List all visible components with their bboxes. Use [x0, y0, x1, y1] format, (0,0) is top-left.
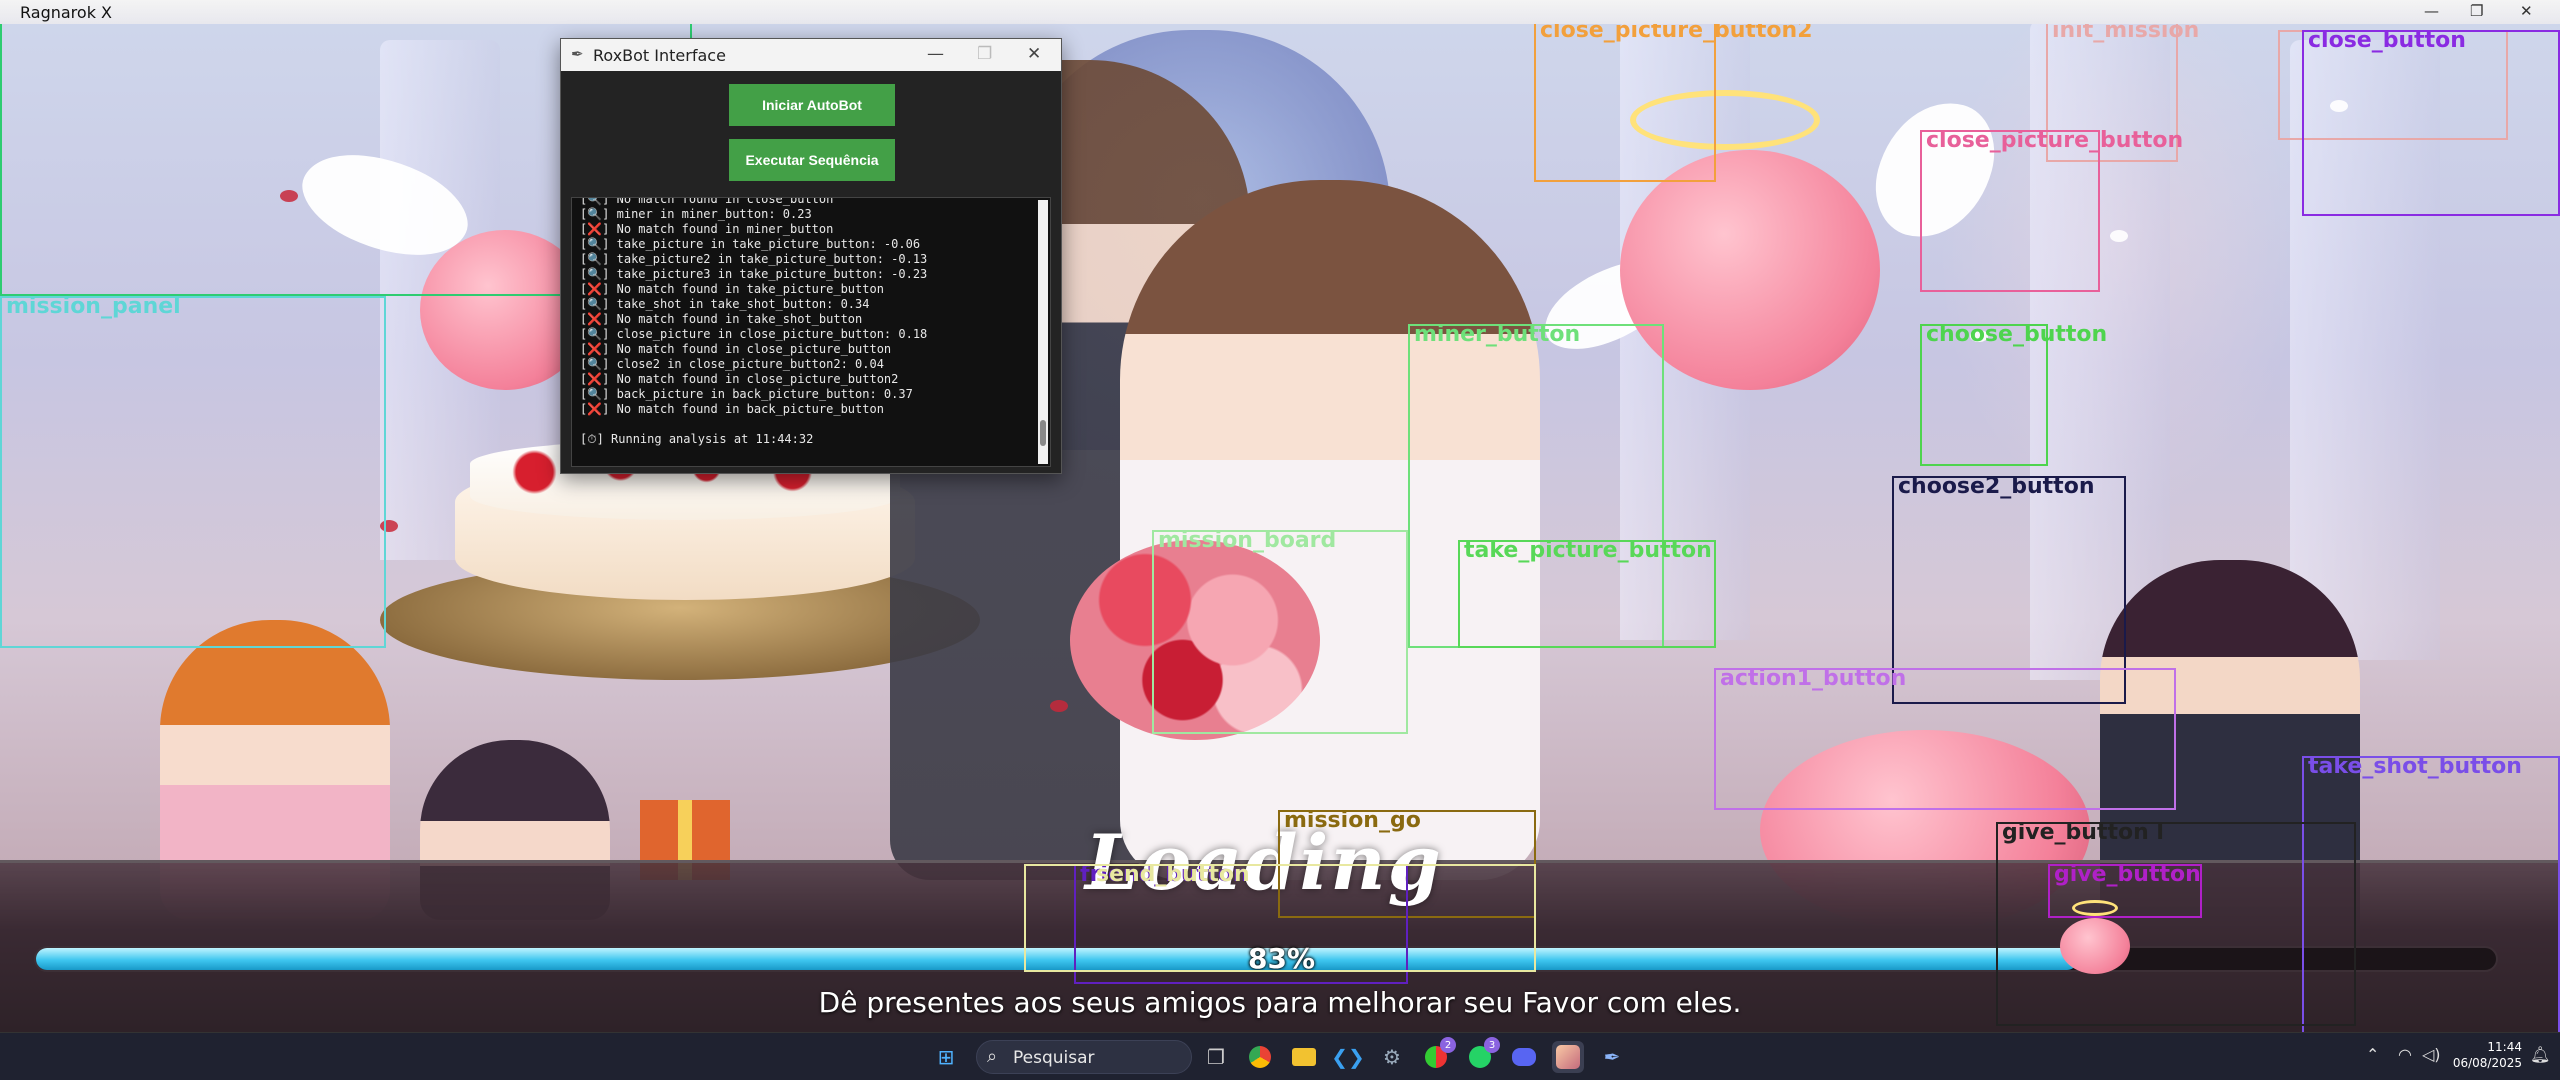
log-line: [❌] No match found in miner_button: [580, 222, 834, 236]
roxbot-log-console[interactable]: [🔍] No match found in close_button [🔍] mi…: [571, 197, 1051, 467]
discord-icon[interactable]: [1508, 1041, 1540, 1073]
detection-box-give-button: give_button: [2048, 864, 2202, 918]
log-line: [🔍] take_shot in take_shot_button: 0.34: [580, 297, 870, 311]
log-line: [🔍] miner in miner_button: 0.23: [580, 207, 812, 221]
clock-time: 11:44: [2487, 1040, 2522, 1054]
detection-label: choose_button: [1926, 322, 2108, 347]
detection-label: give_button: [2054, 862, 2201, 887]
detection-label: action1_button: [1720, 666, 1907, 691]
detection-label: mission_panel: [6, 294, 181, 319]
detection-box-choose-button: choose_button: [1920, 324, 2107, 466]
detection-label: send_button: [1096, 862, 1250, 887]
log-line: [❌] No match found in take_picture_butto…: [580, 282, 884, 296]
python-icon[interactable]: ✒: [1596, 1041, 1628, 1073]
taskbar: ⊞ ⌕ Pesquisar ❐ ❮❯ ⚙ 2 3 ✒ ⌃ ◠ ◁) 11:44 …: [0, 1032, 2560, 1080]
log-scrollbar[interactable]: [1038, 200, 1048, 464]
settings-icon[interactable]: ⚙: [1376, 1041, 1408, 1073]
game-close-button[interactable]: ✕: [2520, 2, 2533, 20]
detection-label: mission_go: [1284, 808, 1421, 833]
detection-label: close_picture_button: [1926, 128, 2184, 153]
detection-box-close-picture-button: close_picture_button: [1920, 130, 2183, 292]
roxbot-title-bar[interactable]: ✒ RoxBot Interface — ❐ ✕: [561, 39, 1061, 71]
roxbot-maximize-button[interactable]: ❐: [977, 44, 992, 64]
notification-badge: 3: [1484, 1037, 1500, 1053]
game-window: Loading 83% Dê presentes aos seus amigos…: [0, 0, 2560, 1032]
notification-badge: 2: [1440, 1037, 1456, 1053]
run-sequence-button[interactable]: Executar Sequência: [729, 139, 895, 181]
chrome-icon[interactable]: [1244, 1041, 1276, 1073]
roxbot-minimize-button[interactable]: —: [927, 44, 944, 64]
detection-label: choose2_button: [1898, 474, 2095, 499]
detection-box-give-button-l: give_button l: [1996, 822, 2356, 1026]
detection-box-mission-board: mission_board: [1152, 530, 1408, 734]
log-line: [🔍] No match found in close_button: [580, 197, 834, 206]
volume-icon[interactable]: ◁): [2422, 1045, 2441, 1064]
detection-box-close-picture-button2: close_picture_button2: [1534, 20, 1813, 182]
app-badge-icon[interactable]: 2: [1420, 1037, 1456, 1073]
detection-label: mission_board: [1158, 528, 1337, 553]
log-lines: [🔍] No match found in close_button [🔍] mi…: [572, 197, 928, 447]
start-autobot-button[interactable]: Iniciar AutoBot: [729, 84, 895, 126]
petal: [1050, 700, 1068, 712]
log-line: [🔍] take_picture3 in take_picture_button…: [580, 267, 928, 281]
tray-chevron-up-icon[interactable]: ⌃: [2366, 1045, 2379, 1064]
game-title-bar: Ragnarok X — ❐ ✕: [0, 0, 2560, 24]
roxbot-close-button[interactable]: ✕: [1027, 44, 1041, 64]
log-line: [🔍] close2 in close_picture_button2: 0.0…: [580, 357, 884, 371]
file-explorer-icon[interactable]: [1288, 1041, 1320, 1073]
task-view-icon[interactable]: ❐: [1200, 1041, 1232, 1073]
search-placeholder: Pesquisar: [1013, 1048, 1095, 1068]
log-line: [❌] No match found in close_picture_butt…: [580, 342, 892, 356]
detection-label: take_shot_button: [2308, 754, 2522, 779]
vscode-icon[interactable]: ❮❯: [1331, 1041, 1365, 1073]
log-line: [❌] No match found in close_picture_butt…: [580, 372, 899, 386]
game-icon[interactable]: [1552, 1041, 1584, 1073]
log-line: [🔍] take_picture in take_picture_button:…: [580, 237, 921, 251]
detection-label: close_button: [2308, 28, 2466, 53]
feather-icon: ✒: [571, 45, 584, 63]
log-line: [🔍] close_picture in close_picture_butto…: [580, 327, 928, 341]
log-line: [❌] No match found in take_shot_button: [580, 312, 863, 326]
detection-box-take-picture-button: take_picture_button: [1458, 540, 1716, 648]
petal: [2110, 230, 2128, 242]
detection-box-close-button: close_button: [2302, 30, 2560, 216]
log-line: [🔍] back_picture in back_picture_button:…: [580, 387, 913, 401]
game-title: Ragnarok X: [20, 3, 112, 22]
search-icon: ⌕: [987, 1046, 998, 1067]
detection-box-action1-button: action1_button: [1714, 668, 2176, 810]
detection-label: miner_button: [1414, 322, 1581, 347]
detection-label: take_picture_button: [1464, 538, 1712, 563]
taskbar-search[interactable]: ⌕ Pesquisar: [976, 1040, 1192, 1074]
log-line: [⏱] Running analysis at 11:44:32: [580, 432, 814, 446]
log-line: [❌] No match found in back_picture_butto…: [580, 402, 884, 416]
detection-label: give_button l: [2002, 820, 2164, 845]
taskbar-clock[interactable]: 11:44 06/08/2025: [2452, 1039, 2522, 1071]
game-minimize-button[interactable]: —: [2424, 2, 2439, 20]
clock-date: 06/08/2025: [2452, 1056, 2522, 1070]
detection-box-mission-panel: mission_panel: [0, 296, 386, 648]
windows-start-icon[interactable]: ⊞: [930, 1041, 962, 1073]
log-line: [🔍] take_picture2 in take_picture_button…: [580, 252, 928, 266]
roxbot-window: ✒ RoxBot Interface — ❐ ✕ Iniciar AutoBot…: [560, 38, 1062, 474]
log-scrollbar-thumb[interactable]: [1040, 420, 1046, 446]
notification-bell-icon[interactable]: 🔔︎: [2530, 1045, 2550, 1064]
roxbot-title: RoxBot Interface: [593, 46, 726, 65]
wifi-icon[interactable]: ◠: [2398, 1045, 2412, 1064]
game-maximize-button[interactable]: ❐: [2470, 2, 2483, 20]
whatsapp-icon[interactable]: 3: [1464, 1037, 1500, 1073]
detection-box-send-button: send_button: [1024, 864, 1536, 972]
